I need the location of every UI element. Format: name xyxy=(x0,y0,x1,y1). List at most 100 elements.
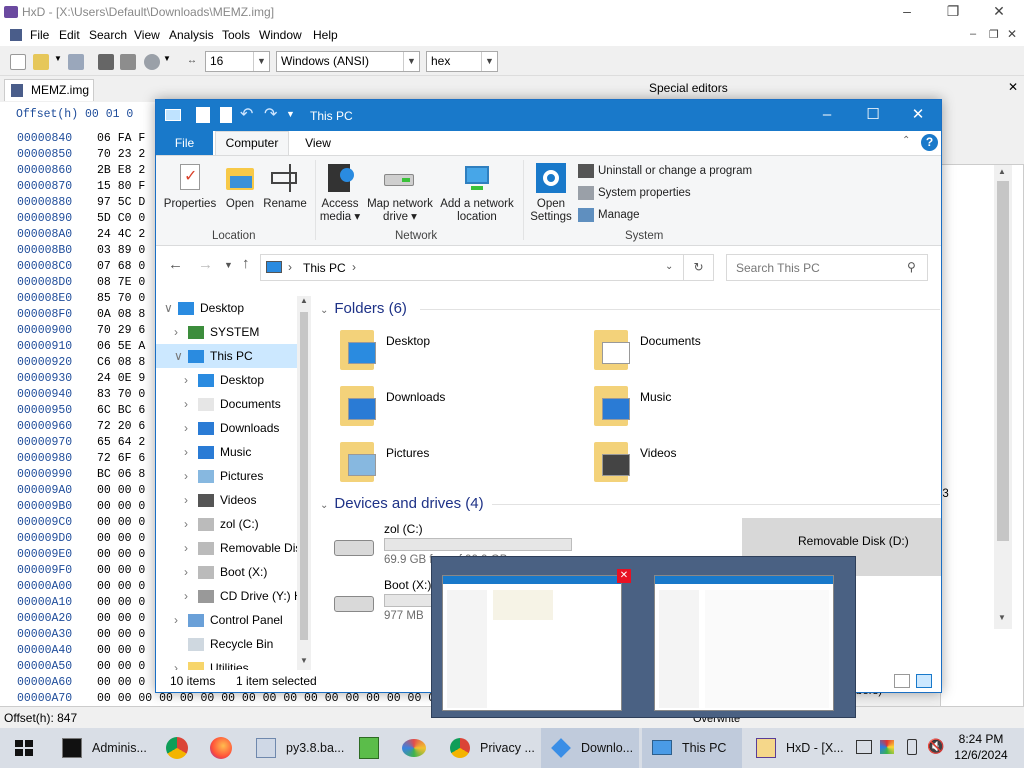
usb-device-icon[interactable] xyxy=(907,739,917,755)
back-icon[interactable]: ← xyxy=(168,256,183,273)
menu-tools[interactable]: Tools xyxy=(222,28,250,42)
taskbar-this-pc[interactable]: This PC xyxy=(642,728,742,768)
menu-search[interactable]: Search xyxy=(89,28,127,42)
nav-item-desktop-sub[interactable]: › Desktop xyxy=(156,368,311,392)
nav-item-drive-c[interactable]: › zol (C:) xyxy=(156,512,311,536)
chevron-right-icon[interactable]: › xyxy=(184,368,188,392)
hex-row-bytes[interactable]: 03 89 0 xyxy=(97,244,145,257)
charset-select[interactable]: Windows (ANSI) ▼ xyxy=(276,51,420,72)
firefox-icon[interactable] xyxy=(210,737,232,759)
thumbnail-window-2[interactable] xyxy=(654,575,834,711)
settings-icon[interactable] xyxy=(144,54,160,70)
minimize-icon[interactable]: – xyxy=(884,0,930,24)
open-button[interactable]: Open xyxy=(220,162,260,211)
hex-row-bytes[interactable]: 00 00 0 xyxy=(97,676,145,689)
hex-row-bytes[interactable]: 00 00 0 xyxy=(97,644,145,657)
hex-row-bytes[interactable]: 00 00 0 xyxy=(97,484,145,497)
hex-row-bytes[interactable]: 24 4C 2 xyxy=(97,228,145,241)
tab-memz-img[interactable]: MEMZ.img xyxy=(4,79,94,101)
up-icon[interactable]: ↑ xyxy=(242,255,250,272)
chevron-down-icon[interactable]: ∨ xyxy=(174,344,183,368)
folder-pictures[interactable]: Pictures xyxy=(340,440,580,492)
hex-row-bytes[interactable]: 65 64 2 xyxy=(97,436,145,449)
hex-row-bytes[interactable]: 00 00 0 xyxy=(97,628,145,641)
hex-row-bytes[interactable]: 00 00 0 xyxy=(97,548,145,561)
hex-row-bytes[interactable]: 24 0E 9 xyxy=(97,372,145,385)
chevron-right-icon[interactable]: › xyxy=(184,512,188,536)
folder-music[interactable]: Music xyxy=(594,384,834,436)
thumbnail-window-1[interactable] xyxy=(442,575,622,711)
hex-row-bytes[interactable]: 00 00 0 xyxy=(97,612,145,625)
nav-item-boot-x[interactable]: › Boot (X:) xyxy=(156,560,311,584)
hex-row-bytes[interactable]: 70 29 6 xyxy=(97,324,145,337)
chevron-right-icon[interactable]: › xyxy=(174,320,178,344)
disk-icon[interactable] xyxy=(98,54,114,70)
thumbnail-close-icon[interactable]: ✕ xyxy=(617,569,631,583)
chart-app-icon[interactable] xyxy=(359,737,379,759)
nav-item-utilities[interactable]: › Utilities xyxy=(156,656,311,670)
restore-icon[interactable]: ❐ xyxy=(930,0,976,24)
nav-item-pictures[interactable]: › Pictures xyxy=(156,464,311,488)
special-editors-close-icon[interactable]: ✕ xyxy=(1008,80,1018,94)
nav-item-control-panel[interactable]: › Control Panel xyxy=(156,608,311,632)
nav-item-this-pc[interactable]: ∨ This PC xyxy=(156,344,311,368)
close-icon[interactable]: ✕ xyxy=(976,0,1022,24)
tab-view[interactable]: View xyxy=(291,131,345,155)
ram-icon[interactable] xyxy=(120,54,136,70)
taskbar-chrome-privacy[interactable]: Privacy ... xyxy=(440,728,538,768)
settings-dropdown-icon[interactable]: ▼ xyxy=(163,54,171,63)
nav-item-cd-drive[interactable]: › CD Drive (Y:) H xyxy=(156,584,311,608)
hex-row-bytes[interactable]: 00 00 0 xyxy=(97,500,145,513)
chevron-right-icon[interactable]: › xyxy=(184,584,188,608)
folder-desktop[interactable]: Desktop xyxy=(340,328,580,380)
properties-qa-icon[interactable] xyxy=(196,107,210,123)
hex-row-bytes[interactable]: 00 00 0 xyxy=(97,532,145,545)
mdi-close-icon[interactable]: ✕ xyxy=(1007,27,1017,41)
hex-row-bytes[interactable]: 06 5E A xyxy=(97,340,145,353)
help-icon[interactable]: ? xyxy=(921,134,938,151)
taskbar-hxd[interactable]: HxD - [X... xyxy=(746,728,846,768)
chevron-right-icon[interactable]: › xyxy=(184,536,188,560)
scroll-up-icon[interactable]: ▲ xyxy=(300,296,308,305)
navigation-pane[interactable]: ∨ Desktop › SYSTEM ∨ This PC › Desktop › Document… xyxy=(156,296,311,670)
large-icons-view-icon[interactable] xyxy=(916,674,932,688)
properties-button[interactable]: ✓ Properties xyxy=(162,162,218,211)
hex-row-bytes[interactable]: 2B E8 2 xyxy=(97,164,145,177)
chevron-right-icon[interactable]: › xyxy=(174,656,178,670)
offset-base-select[interactable]: hex ▼ xyxy=(426,51,498,72)
menu-analysis[interactable]: Analysis xyxy=(169,28,214,42)
hex-row-bytes[interactable]: 97 5C D xyxy=(97,196,145,209)
special-editors-scrollbar[interactable]: ▲ ▼ xyxy=(994,165,1012,629)
taskbar-terminal[interactable]: Adminis... xyxy=(52,728,152,768)
folder-documents[interactable]: Documents xyxy=(594,328,834,380)
recent-locations-icon[interactable]: ▼ xyxy=(224,260,233,270)
new-file-icon[interactable] xyxy=(10,54,26,70)
scroll-thumb[interactable] xyxy=(300,312,308,640)
clock[interactable]: 8:24 PM 12/6/2024 xyxy=(942,731,1020,763)
tab-computer[interactable]: Computer xyxy=(215,131,289,155)
scroll-down-icon[interactable]: ▼ xyxy=(300,656,308,665)
nav-scrollbar[interactable]: ▲ ▼ xyxy=(297,296,311,670)
mdi-restore-icon[interactable]: ❐ xyxy=(989,28,999,41)
hex-row-bytes[interactable]: 0A 08 8 xyxy=(97,308,145,321)
nav-item-recycle-bin[interactable]: Recycle Bin xyxy=(156,632,311,656)
chevron-right-icon[interactable]: › xyxy=(184,560,188,584)
open-file-icon[interactable] xyxy=(33,54,49,70)
chevron-right-icon[interactable]: › xyxy=(184,464,188,488)
hex-row-bytes[interactable]: 72 20 6 xyxy=(97,420,145,433)
hex-row-bytes[interactable]: 07 68 0 xyxy=(97,260,145,273)
nav-item-documents[interactable]: › Documents xyxy=(156,392,311,416)
nav-item-downloads[interactable]: › Downloads xyxy=(156,416,311,440)
maximize-icon[interactable]: ☐ xyxy=(850,100,896,131)
open-settings-button[interactable]: Open Settings xyxy=(528,162,574,224)
scroll-up-icon[interactable]: ▲ xyxy=(998,167,1006,176)
hex-row-bytes[interactable]: 00 00 0 xyxy=(97,580,145,593)
save-icon[interactable] xyxy=(68,54,84,70)
new-folder-qa-icon[interactable] xyxy=(220,107,232,123)
start-button[interactable] xyxy=(0,728,48,768)
search-input[interactable]: Search This PC ⚲ xyxy=(726,254,928,281)
undo-icon[interactable]: ↶ xyxy=(240,104,253,124)
chevron-down-icon[interactable]: ∨ xyxy=(164,296,173,320)
menu-edit[interactable]: Edit xyxy=(59,28,80,42)
hex-row-bytes[interactable]: 08 7E 0 xyxy=(97,276,145,289)
